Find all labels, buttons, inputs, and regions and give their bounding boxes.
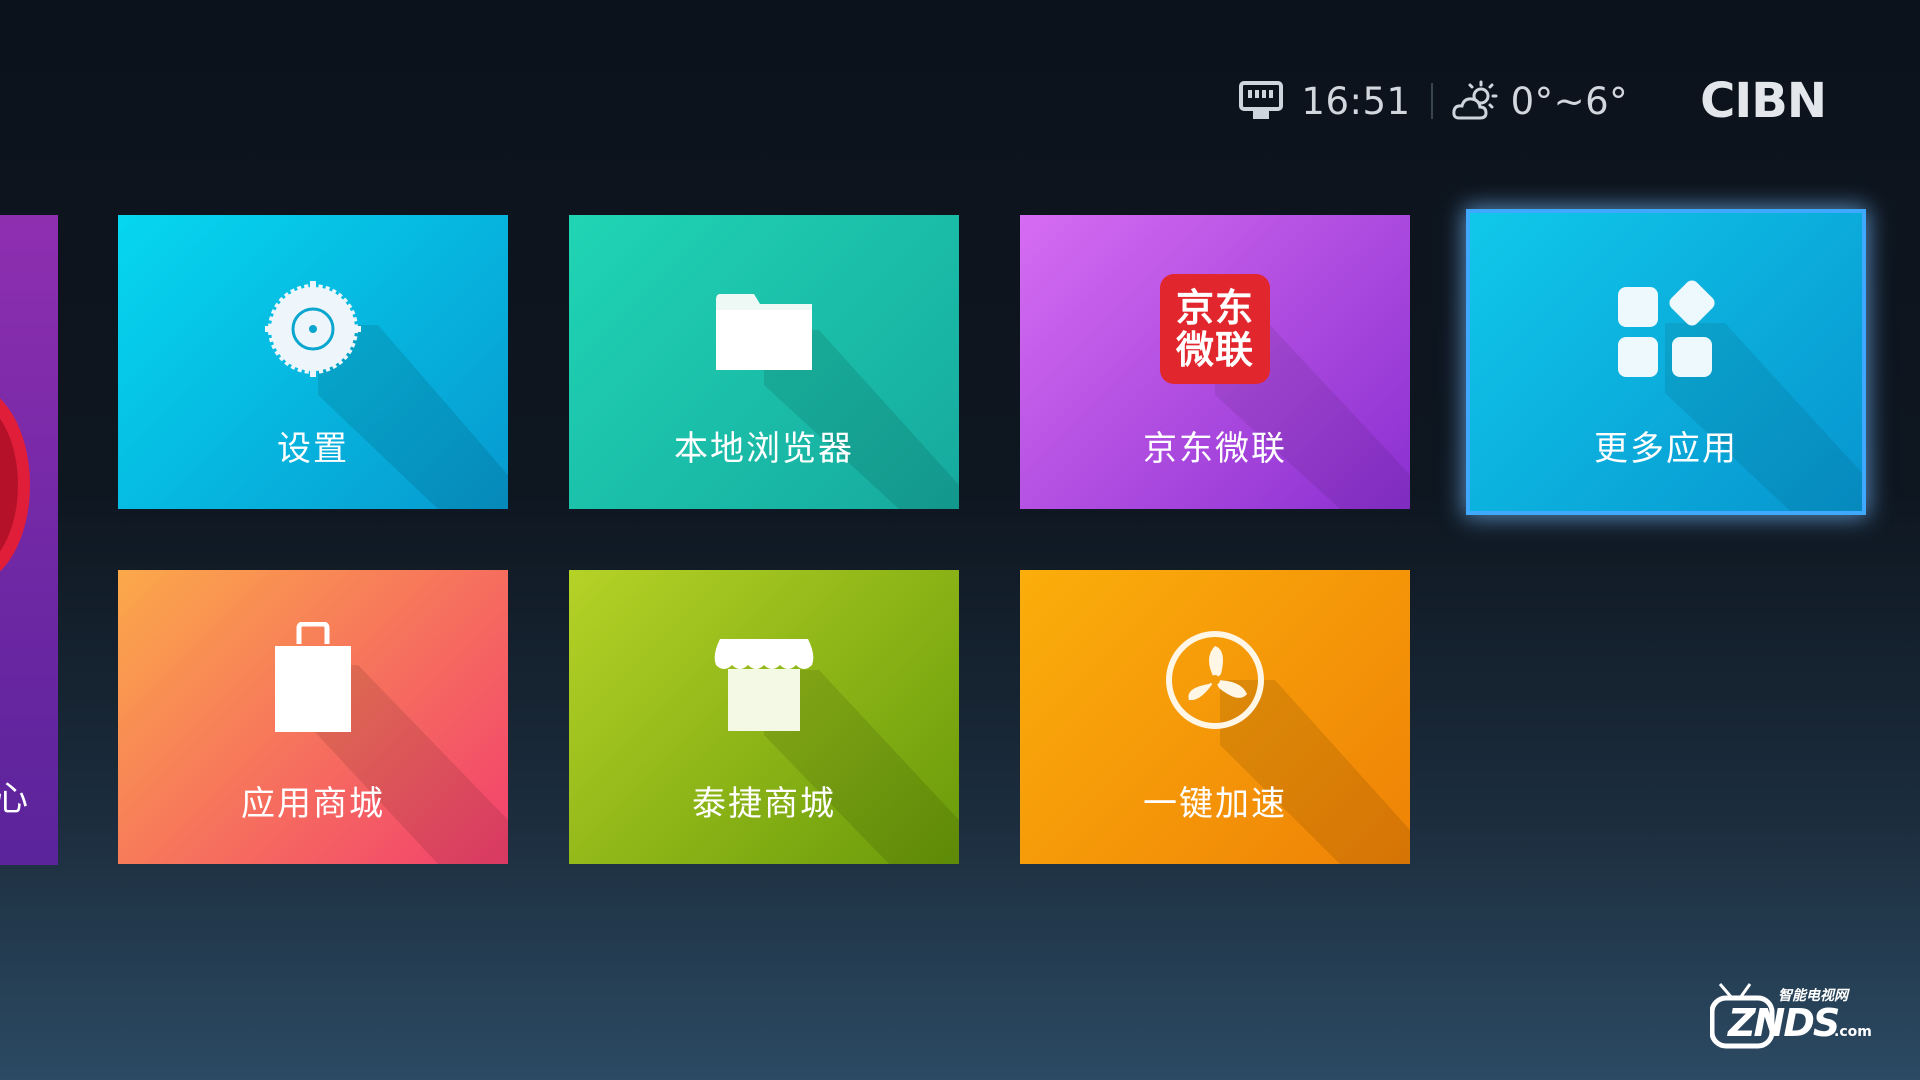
tile-label: 京东微联 [1143, 429, 1287, 469]
settings-gear-icon [257, 273, 369, 385]
tile-label: 泰捷商城 [692, 784, 836, 824]
watermark-text-main: ZNDS [1727, 1001, 1839, 1045]
shopping-bag-icon [257, 622, 369, 734]
tile-one-key-speedup[interactable]: 一键加速 [1020, 570, 1410, 864]
cibn-logo: CIBN [1700, 73, 1827, 129]
network-status: 16:51 [1239, 80, 1410, 123]
status-divider [1430, 83, 1433, 119]
tile-label: 一键加速 [1143, 784, 1287, 824]
app-logo-partial [0, 398, 30, 572]
partial-tile-left[interactable]: 心 [0, 215, 58, 865]
fan-speed-icon [1159, 624, 1271, 736]
apps-grid-icon [1610, 275, 1722, 387]
storefront-icon [708, 628, 820, 740]
tile-local-browser[interactable]: 本地浏览器 [569, 215, 959, 509]
temperature-range: 0°~6° [1510, 79, 1629, 123]
tile-taijie-store[interactable]: 泰捷商城 [569, 570, 959, 864]
jd-logo-line1: 京东 [1175, 286, 1254, 330]
status-bar: 16:51 0°~6° CIBN [1239, 73, 1827, 129]
tile-label: 更多应用 [1594, 429, 1738, 469]
tile-label: 设置 [277, 429, 349, 469]
tile-settings[interactable]: 设置 [118, 215, 508, 509]
jd-logo-line2: 微联 [1175, 328, 1254, 372]
tile-jd-weilian[interactable]: 京东 微联 京东微联 [1020, 215, 1410, 509]
folder-icon [708, 273, 820, 385]
tile-label: 本地浏览器 [674, 429, 854, 469]
weather-status: 0°~6° [1451, 80, 1629, 123]
tile-label: 应用商城 [241, 784, 385, 824]
partial-tile-label: 心 [0, 779, 28, 819]
ethernet-icon [1239, 81, 1284, 119]
znds-watermark-logo: 智能电视网 ZNDS .com [1710, 983, 1872, 1049]
tile-app-store[interactable]: 应用商城 [118, 570, 508, 864]
watermark-text-suffix: .com [1834, 1024, 1872, 1040]
partly-sunny-icon [1451, 80, 1498, 120]
tile-more-apps[interactable]: 更多应用 [1466, 209, 1866, 515]
clock-time: 16:51 [1301, 79, 1411, 123]
jd-weilian-logo: 京东 微联 [1159, 273, 1271, 385]
